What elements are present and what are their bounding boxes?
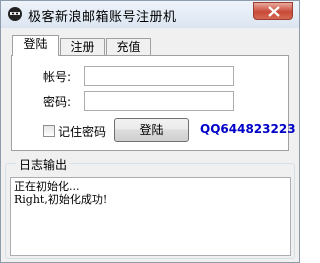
ninja-avatar-icon [7,6,23,22]
account-label: 帐号: [43,70,72,84]
tab-login[interactable]: 登陆 [12,35,59,56]
log-line: 正在初始化... [14,180,80,193]
app-window: 极客新浪邮箱账号注册机 登陆 注册 充值 帐号: 密码: 记住密码 登陆 QQ6… [0,0,300,263]
log-output[interactable]: 正在初始化... Right,初始化成功! [10,177,291,256]
remember-password-label[interactable]: 记住密码 [58,123,106,140]
password-label: 密码: [43,95,72,109]
account-input[interactable] [84,66,234,86]
qq-contact: QQ644823223 [200,122,296,136]
login-button[interactable]: 登陆 [114,118,189,142]
log-group-title: 日志输出 [16,156,71,173]
log-line: Right,初始化成功! [14,193,108,206]
close-button[interactable] [253,2,293,20]
login-panel: 帐号: 密码: 记住密码 登陆 QQ644823223 [11,55,296,151]
password-input[interactable] [84,91,234,111]
window-title: 极客新浪邮箱账号注册机 [28,10,177,25]
title-bar[interactable]: 极客新浪邮箱账号注册机 [1,1,299,28]
remember-password-checkbox[interactable] [43,125,55,137]
